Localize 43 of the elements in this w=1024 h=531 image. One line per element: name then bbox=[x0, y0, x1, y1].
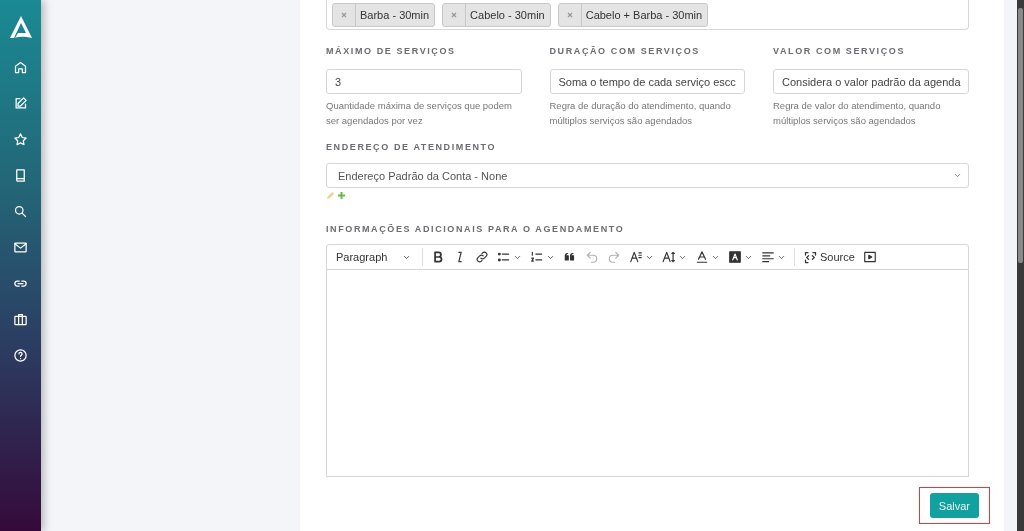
input-field[interactable]: Soma o tempo de cada serviço escc bbox=[549, 69, 745, 94]
chevron-down-icon bbox=[953, 171, 962, 180]
source-button[interactable]: Source bbox=[800, 246, 858, 268]
help-text: Regra de valor do atendimento, quando múltiplos serviços são agendados bbox=[773, 99, 942, 128]
align-icon bbox=[761, 250, 775, 264]
book-icon[interactable] bbox=[13, 168, 28, 183]
field-label: INFORMAÇÕES ADICIONAIS PARA O AGENDAMENTO bbox=[326, 224, 626, 236]
quote-icon bbox=[563, 250, 577, 264]
field-label: MÁXIMO DE SERVIÇOS bbox=[326, 46, 457, 58]
field-label: VALOR COM SERVIÇOS bbox=[773, 46, 906, 58]
help-text: Quantidade máxima de serviços que podem ser agendados por vez bbox=[326, 99, 513, 128]
bulleted-list-icon bbox=[497, 250, 511, 264]
help-text: Regra de duração do atendimento, quando múltiplos serviços são agendados bbox=[549, 99, 732, 128]
service-tag[interactable]: Cabelo + Barba - 30min bbox=[557, 2, 709, 27]
service-tag[interactable]: Barba - 30min bbox=[332, 2, 436, 27]
edit-icon[interactable] bbox=[13, 96, 28, 111]
home-icon[interactable] bbox=[13, 60, 28, 75]
font-family-icon bbox=[629, 250, 643, 264]
source-icon bbox=[803, 249, 818, 265]
highlight-icon bbox=[728, 250, 742, 264]
link-icon bbox=[475, 250, 489, 264]
undo-icon bbox=[585, 250, 599, 264]
redo-icon bbox=[607, 250, 621, 264]
bold-icon bbox=[431, 250, 445, 264]
logo-icon bbox=[9, 16, 32, 40]
input-field[interactable]: Considera o valor padrão da agenda bbox=[773, 69, 969, 94]
star-icon[interactable] bbox=[13, 132, 28, 147]
services-input[interactable]: Barba - 30min Cabelo - 30min Cabelo + Barba - 30min bbox=[326, 0, 969, 30]
scrollbar[interactable] bbox=[1017, 0, 1024, 531]
field-label: DURAÇÃO COM SERVIÇOS bbox=[549, 46, 701, 58]
help-icon[interactable] bbox=[13, 348, 28, 363]
field-label: ENDEREÇO DE ATENDIMENTO bbox=[326, 142, 498, 154]
briefcase-icon[interactable] bbox=[13, 312, 28, 327]
media-icon bbox=[862, 250, 877, 264]
font-size-icon bbox=[662, 250, 676, 264]
input-field[interactable]: 3 bbox=[326, 69, 522, 94]
service-tag[interactable]: Cabelo - 30min bbox=[442, 2, 551, 27]
heading-dropdown[interactable]: Paragraph bbox=[331, 246, 417, 268]
numbered-list-icon bbox=[530, 250, 544, 264]
address-select[interactable]: Endereço Padrão da Conta - None bbox=[326, 163, 969, 188]
font-color-icon bbox=[695, 250, 709, 264]
mail-icon[interactable] bbox=[13, 240, 28, 255]
search-icon[interactable] bbox=[13, 204, 28, 219]
